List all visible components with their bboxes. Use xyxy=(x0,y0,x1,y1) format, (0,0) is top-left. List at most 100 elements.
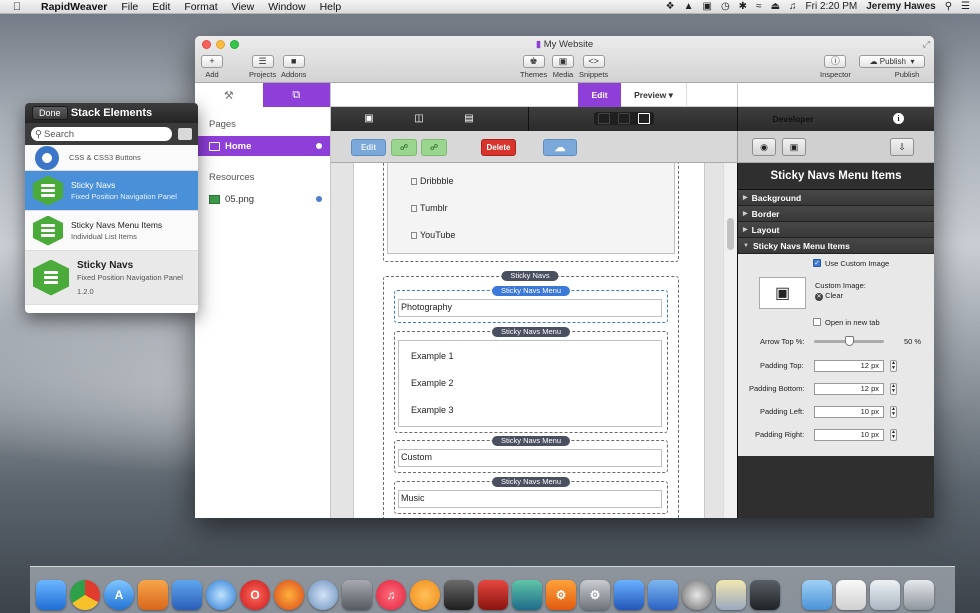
publish-button[interactable]: ☁ Publish ▾ Publish xyxy=(859,55,925,79)
social-item-dribbble[interactable]: Dribbble xyxy=(411,176,454,186)
developer-label[interactable]: Developer xyxy=(738,107,848,131)
facetime-icon[interactable] xyxy=(342,580,372,610)
system-preferences-icon[interactable]: ⚙ xyxy=(580,580,610,610)
delete-button[interactable]: Delete xyxy=(481,139,516,156)
padding-left-field[interactable]: 10 px xyxy=(814,406,884,418)
resource-item[interactable]: 05.png xyxy=(195,189,330,209)
rocket-icon[interactable] xyxy=(682,580,712,610)
menu-label[interactable]: Sticky Navs Menu xyxy=(491,436,571,446)
cloud-button[interactable]: ☁ xyxy=(543,139,577,156)
menu-app-name[interactable]: RapidWeaver xyxy=(41,1,107,13)
padding-top-stepper[interactable]: ▲ ▼ xyxy=(890,360,897,372)
dropbox-icon[interactable]: ❖ xyxy=(666,1,675,12)
apple-icon[interactable]:  xyxy=(9,1,25,13)
tab-pages[interactable]: ⧉ xyxy=(262,83,330,107)
stack-item-sticky-navs-menu-items[interactable]: Sticky Navs Menu Items Individual List It… xyxy=(25,211,198,251)
use-custom-image-checkbox[interactable]: ✓ xyxy=(813,259,821,267)
info-icon[interactable]: i xyxy=(893,113,904,124)
list-view-button[interactable] xyxy=(178,128,192,140)
box-icon[interactable]: ▣ xyxy=(361,113,377,125)
display-icon[interactable]: ▣ xyxy=(702,1,711,12)
app-store-icon[interactable]: A xyxy=(104,580,134,610)
download-button[interactable]: ⇩ xyxy=(890,138,914,156)
safari-icon[interactable] xyxy=(206,580,236,610)
slider-knob[interactable] xyxy=(845,336,854,346)
bluetooth-icon[interactable]: ✱ xyxy=(739,1,747,12)
clear-image-button[interactable]: ✕ Clear xyxy=(815,291,843,301)
padding-bottom-stepper[interactable]: ▲ ▼ xyxy=(890,383,897,395)
trash-icon[interactable] xyxy=(904,580,934,610)
edit-mode-tab[interactable]: Edit xyxy=(578,83,621,107)
projects-button[interactable]: ☰ Projects xyxy=(249,55,276,79)
stack-item-buttons[interactable]: CSS & CSS3 Buttons xyxy=(25,145,198,171)
stack-item-sticky-navs[interactable]: Sticky Navs Fixed Position Navigation Pan… xyxy=(25,171,198,211)
sticky-navs-label[interactable]: Sticky Navs xyxy=(501,271,559,281)
section-border[interactable]: ▶ Border xyxy=(738,206,934,222)
menu-format[interactable]: Format xyxy=(184,1,217,13)
volume-icon[interactable]: ♫ xyxy=(789,1,797,12)
stack-search-input[interactable]: ⚲ Search xyxy=(31,127,172,141)
user-name[interactable]: Jeremy Hawes xyxy=(866,1,936,12)
preview-mode-tab[interactable]: Preview ▾ xyxy=(621,83,687,107)
section-background[interactable]: ▶ Background xyxy=(738,190,934,206)
view-small-icon[interactable] xyxy=(598,113,610,124)
rapidweaver-icon[interactable]: ⚙ xyxy=(546,580,576,610)
snippets-button[interactable]: <> Snippets xyxy=(579,55,608,79)
menu-label-selected[interactable]: Sticky Navs Menu xyxy=(491,286,571,296)
section-layout[interactable]: ▶ Layout xyxy=(738,222,934,238)
wifi-icon[interactable]: ≈ xyxy=(756,1,762,12)
activity-monitor-icon[interactable] xyxy=(750,580,780,610)
view-large-icon[interactable] xyxy=(638,113,650,124)
imovie-icon[interactable] xyxy=(444,580,474,610)
itunes-icon[interactable]: ♫ xyxy=(376,580,406,610)
view-medium-icon[interactable] xyxy=(618,113,630,124)
opera-icon[interactable]: O xyxy=(240,580,270,610)
drive-icon[interactable]: ▲ xyxy=(684,1,694,12)
padding-right-field[interactable]: 10 px xyxy=(814,429,884,441)
addons-button[interactable]: ■ Addons xyxy=(281,55,306,79)
time-machine-icon[interactable]: ◷ xyxy=(721,1,730,12)
example-item-3[interactable]: Example 3 xyxy=(411,405,454,415)
section-menu-items[interactable]: ▼ Sticky Navs Menu Items xyxy=(738,238,934,254)
network-icon[interactable] xyxy=(308,580,338,610)
link-button[interactable]: ☍ xyxy=(391,139,417,156)
padding-left-stepper[interactable]: ▲ ▼ xyxy=(890,406,897,418)
themes-button[interactable]: ♚ Themes xyxy=(520,55,547,79)
spotlight-icon[interactable]: ⚲ xyxy=(945,1,952,12)
firefox-icon[interactable] xyxy=(274,580,304,610)
open-new-tab-checkbox[interactable] xyxy=(813,318,821,326)
unlink-button[interactable]: ☍ xyxy=(421,139,447,156)
add-button[interactable]: + Add xyxy=(201,55,223,79)
sketch-icon[interactable] xyxy=(138,580,168,610)
custom-image-well[interactable]: ▣ xyxy=(759,277,806,309)
image-toolbar-icon[interactable]: ▤ xyxy=(461,113,477,125)
scrollbar-thumb[interactable] xyxy=(727,218,734,250)
social-item-youtube[interactable]: YouTube xyxy=(411,230,455,240)
fullscreen-icon[interactable]: ⤢ xyxy=(923,39,930,50)
menu-file[interactable]: File xyxy=(121,1,138,13)
preview-icon[interactable] xyxy=(648,580,678,610)
media-button[interactable]: ▣ Media xyxy=(552,55,574,79)
eject-icon[interactable]: ⏏ xyxy=(771,1,780,12)
menu-window[interactable]: Window xyxy=(268,1,305,13)
example-item-2[interactable]: Example 2 xyxy=(411,378,454,388)
folder-icon[interactable] xyxy=(802,580,832,610)
lock-button[interactable]: ▣ xyxy=(782,138,806,156)
social-item-tumblr[interactable]: Tumblr xyxy=(411,203,448,213)
menu-help[interactable]: Help xyxy=(320,1,342,13)
page-item-home[interactable]: Home xyxy=(195,136,330,156)
downloads-icon[interactable] xyxy=(870,580,900,610)
photo-booth-icon[interactable] xyxy=(478,580,508,610)
notification-icon[interactable]: ☰ xyxy=(961,1,970,12)
menu-label[interactable]: Sticky Navs Menu xyxy=(491,327,571,337)
menu-label[interactable]: Sticky Navs Menu xyxy=(491,477,571,487)
inspector-button[interactable]: ⓘ Inspector xyxy=(820,55,851,79)
ibooks-icon[interactable] xyxy=(410,580,440,610)
xcode-icon[interactable] xyxy=(614,580,644,610)
clock[interactable]: Fri 2:20 PM xyxy=(806,1,858,12)
textedit-icon[interactable] xyxy=(716,580,746,610)
padding-right-stepper[interactable]: ▲ ▼ xyxy=(890,429,897,441)
menu-edit[interactable]: Edit xyxy=(152,1,170,13)
done-button[interactable]: Done xyxy=(32,106,68,120)
arrow-top-slider[interactable] xyxy=(814,336,884,346)
